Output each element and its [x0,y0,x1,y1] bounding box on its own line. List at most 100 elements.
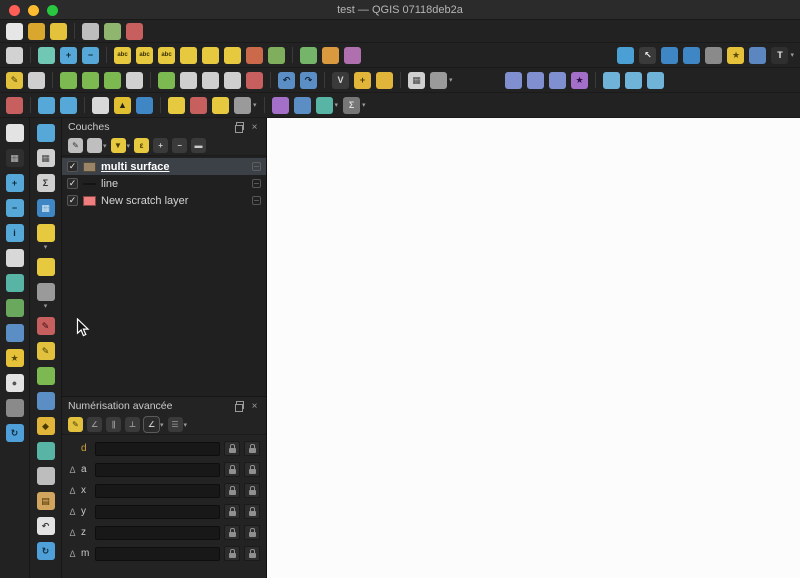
add-point-feature-icon[interactable] [60,71,77,89]
snap-common-angles-icon-dropdown[interactable]: ▾ [160,421,164,429]
bookmark-star-icon[interactable]: ★ [727,46,745,64]
vertex-editor-icon[interactable]: V [332,71,349,89]
m-input[interactable] [95,546,220,561]
layer-row-new-scratch-layer[interactable]: ✓ New scratch layer [62,192,266,209]
statistical-summary-icon[interactable] [344,46,361,64]
toggle-editing-icon[interactable]: ✎ [6,71,23,89]
manage-map-themes-icon-dropdown[interactable]: ▾ [103,142,107,150]
select-cursor-icon[interactable]: ↖ [639,46,657,64]
zoom-window-icon[interactable]: ▦ [5,149,24,167]
layer-row-multi-surface[interactable]: ✓ multi surface [62,158,266,175]
edit-red-pencil-icon[interactable]: ✎ [36,317,55,335]
new-print-layout-icon[interactable] [82,22,99,40]
zoom-out-icon[interactable]: − [82,46,99,64]
blue-table-icon[interactable]: ▦ [36,199,55,217]
tracing-icon[interactable] [376,71,393,89]
close-digitizing-panel-icon[interactable]: × [249,401,260,412]
new-project-icon[interactable] [6,22,23,40]
map-canvas[interactable] [267,118,800,578]
undo-2-icon[interactable]: ↶ [36,517,55,535]
cut-features-icon[interactable] [202,71,219,89]
raster-stats-icon[interactable] [603,71,620,89]
filter-legend-icon[interactable]: ▼ [110,138,126,153]
z-lock-button[interactable] [224,525,240,540]
layer-labeling-icon[interactable]: abc [114,46,131,64]
label-tool-icon[interactable] [168,96,185,114]
zoom-out-mag-icon[interactable]: − [5,199,24,217]
map-tips-icon[interactable] [300,46,317,64]
diamond-icon[interactable]: ◆ [36,417,55,435]
pan-map-icon[interactable] [38,46,55,64]
y-repeat-lock-button[interactable] [244,504,260,519]
filter-legend-icon-dropdown[interactable]: ▾ [127,142,131,150]
undock-layers-panel-icon[interactable] [234,121,245,133]
layout-manager-icon[interactable] [104,22,121,40]
vertex-tool-icon[interactable] [126,71,143,89]
gear-icon-dropdown[interactable]: ▾ [44,302,48,310]
z-repeat-lock-button[interactable] [244,525,260,540]
clipboard-icon[interactable]: ▤ [36,492,55,510]
redo-icon[interactable]: ↷ [300,71,317,89]
perpendicular-icon[interactable]: ⊥ [125,417,140,432]
expand-all-icon[interactable]: + [153,138,169,153]
distance-repeat-lock-button[interactable] [244,441,260,456]
manage-map-themes-icon[interactable] [87,138,102,153]
snapping-plus-icon[interactable]: + [354,71,371,89]
place-search-icon[interactable] [271,96,289,114]
shape-green-icon[interactable] [36,367,55,385]
globe-green-icon[interactable] [5,299,24,317]
distance-input[interactable] [95,441,220,456]
zoom-in-mag-icon[interactable]: + [5,174,24,192]
construction-guides-icon[interactable]: ☰ [167,417,183,432]
move-feature-icon[interactable] [158,71,175,89]
close-layers-panel-icon[interactable]: × [249,122,260,133]
x-delta-toggle[interactable]: Δ [68,486,77,496]
layer-diagram-icon[interactable]: abc [136,46,153,64]
add-polygon-feature-icon[interactable] [104,71,121,89]
layer-name[interactable]: New scratch layer [101,195,247,207]
ruler-icon[interactable] [36,442,55,460]
map-refresh-icon[interactable]: ↻ [5,424,24,442]
layer-visibility-checkbox[interactable]: ✓ [67,178,78,189]
highlight-labels-icon[interactable]: abc [158,46,175,64]
angle-lock-button[interactable] [224,462,240,477]
line-chart-icon[interactable] [549,71,566,89]
x-lock-button[interactable] [224,483,240,498]
memory-layer-indicator-icon[interactable] [252,196,261,205]
statistics-sum-icon[interactable]: Σ [36,174,55,192]
z-input[interactable] [95,525,220,540]
enable-advanced-digitizing-icon[interactable]: ✎ [68,417,83,432]
deselect-all-icon[interactable] [705,46,723,64]
memory-layer-indicator-icon[interactable] [252,162,261,171]
undock-digitizing-panel-icon[interactable] [234,400,245,412]
paste-features-icon[interactable] [224,71,241,89]
diagram-tool-icon[interactable] [190,96,207,114]
y-input[interactable] [95,504,220,519]
shape-blue-icon[interactable] [36,392,55,410]
m-lock-button[interactable] [224,546,240,561]
bar-chart-icon[interactable] [527,71,544,89]
sum-tool-icon[interactable]: Σ [343,96,361,114]
python-console-icon[interactable] [749,46,767,64]
callout-icon-dropdown[interactable]: ▾ [44,243,48,251]
distance-lock-button[interactable] [224,441,240,456]
raster-calc-icon[interactable] [625,71,642,89]
parallel-icon[interactable]: ∥ [106,417,121,432]
new-shapefile-icon[interactable] [92,96,109,114]
processing-toolbox-icon[interactable] [617,46,635,64]
show-hide-labels-icon[interactable] [202,46,219,64]
select-by-form-icon[interactable] [683,46,701,64]
layer-name[interactable]: line [101,178,247,190]
z-delta-toggle[interactable]: Δ [68,528,77,538]
form-annotation-icon-dropdown[interactable]: ▾ [253,101,257,109]
new-virtual-layer-icon[interactable] [136,96,153,114]
histogram-icon[interactable] [505,71,522,89]
layer-row-line[interactable]: ✓ line [62,175,266,192]
data-source-manager-icon[interactable] [6,46,23,64]
add-line-feature-icon[interactable] [82,71,99,89]
text-annotation-icon-dropdown[interactable]: ▾ [790,51,794,59]
new-geopackage-icon[interactable]: ▲ [114,96,131,114]
memory-layer-indicator-icon[interactable] [252,179,261,188]
snapping-toggle-icon[interactable] [6,96,23,114]
close-window-button[interactable] [9,5,20,16]
